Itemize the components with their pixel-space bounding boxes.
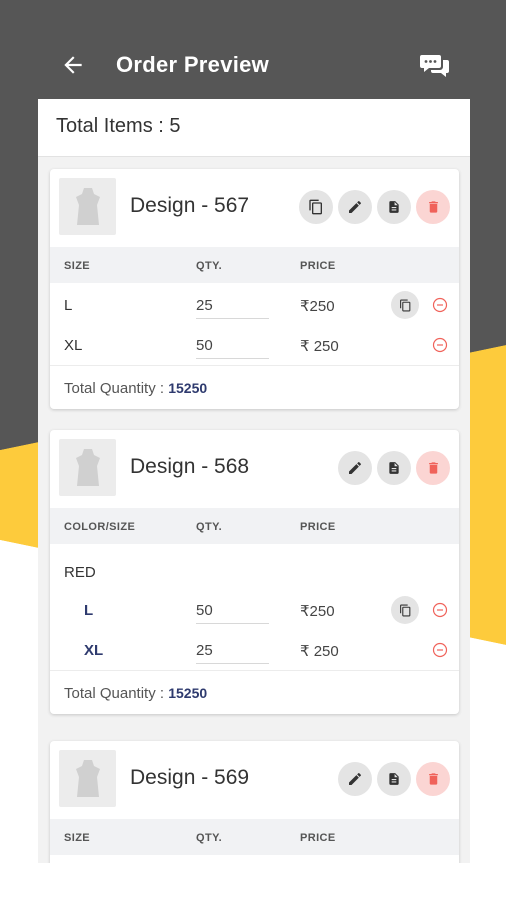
pencil-icon: [349, 462, 361, 474]
table-row: L 50 ₹250: [50, 590, 459, 630]
note-button[interactable]: [377, 762, 411, 796]
table-header: SIZE QTY. PRICE: [50, 247, 459, 283]
pencil-icon: [349, 773, 361, 785]
price-cell: ₹ 250: [300, 643, 339, 660]
delete-button[interactable]: [416, 451, 450, 485]
design-card: Design - 567 SIZE QTY. PRICE L 25 ₹250 X…: [50, 169, 459, 409]
chat-bubbles-icon[interactable]: [420, 52, 450, 80]
pencil-icon: [349, 201, 361, 213]
quantity-input[interactable]: 25: [196, 297, 269, 319]
page-title: Order Preview: [116, 52, 270, 77]
total-quantity-label: Total Quantity :: [64, 685, 165, 702]
column-price: PRICE: [300, 521, 336, 533]
duplicate-button[interactable]: [299, 190, 333, 224]
quantity-input[interactable]: 25: [196, 642, 269, 664]
card-header: Design - 568: [50, 430, 459, 508]
price-cell: ₹ 250: [300, 338, 339, 355]
copy-icon: [399, 299, 410, 311]
total-items-label: Total Items : 5: [38, 99, 470, 157]
copy-icon: [309, 199, 322, 215]
total-quantity-label: Total Quantity :: [64, 380, 165, 397]
total-quantity: Total Quantity : 15250: [50, 670, 459, 714]
size-cell: L: [84, 602, 94, 619]
total-quantity-value: 15250: [168, 380, 208, 396]
column-qty: QTY.: [196, 521, 223, 533]
remove-circle-icon[interactable]: [432, 642, 448, 658]
delete-button[interactable]: [416, 762, 450, 796]
delete-button[interactable]: [416, 190, 450, 224]
table-header: COLOR/SIZE QTY. PRICE: [50, 508, 459, 544]
edit-button[interactable]: [338, 451, 372, 485]
design-card: Design - 568 COLOR/SIZE QTY. PRICE RED L…: [50, 430, 459, 714]
table-row: XL 25 ₹ 250: [50, 630, 459, 670]
size-cell: XL: [84, 642, 104, 659]
table-row: L 25 ₹250: [50, 285, 459, 325]
color-group-label: RED: [50, 544, 459, 588]
document-icon: [389, 462, 399, 474]
color-name: RED: [64, 564, 96, 581]
order-sheet: Total Items : 5 Design - 567 SIZE QTY. P…: [38, 99, 470, 863]
column-size: SIZE: [64, 260, 91, 272]
column-qty: QTY.: [196, 260, 223, 272]
price-cell: ₹250: [300, 603, 335, 620]
total-quantity: Total Quantity : 15250: [50, 365, 459, 409]
column-price: PRICE: [300, 260, 336, 272]
quantity-input[interactable]: 50: [196, 337, 269, 359]
total-quantity-value: 15250: [168, 685, 208, 701]
dress-thumbnail: [59, 178, 116, 235]
trash-icon: [428, 462, 438, 474]
card-header: Design - 569: [50, 741, 459, 819]
trash-icon: [428, 773, 438, 785]
edit-button[interactable]: [338, 190, 372, 224]
dress-thumbnail: [59, 750, 116, 807]
column-size: SIZE: [64, 832, 91, 844]
screen: Order Preview Total Items : 5 Design - 5…: [0, 0, 506, 900]
design-name: Design - 568: [130, 455, 250, 478]
trash-icon: [428, 201, 438, 213]
dress-thumbnail: [59, 439, 116, 496]
note-button[interactable]: [377, 451, 411, 485]
remove-circle-icon[interactable]: [432, 337, 448, 353]
design-name: Design - 569: [130, 766, 250, 789]
document-icon: [389, 201, 399, 213]
note-button[interactable]: [377, 190, 411, 224]
document-icon: [389, 773, 399, 785]
size-cell: XL: [64, 337, 83, 354]
column-price: PRICE: [300, 832, 336, 844]
remove-circle-icon[interactable]: [432, 602, 448, 618]
size-cell: L: [64, 297, 73, 314]
design-card: Design - 569 SIZE QTY. PRICE: [50, 741, 459, 863]
table-header: SIZE QTY. PRICE: [50, 819, 459, 855]
copy-row-button[interactable]: [391, 291, 419, 319]
quantity-input[interactable]: 50: [196, 602, 269, 624]
design-name: Design - 567: [130, 194, 250, 217]
price-cell: ₹250: [300, 298, 335, 315]
copy-row-button[interactable]: [391, 596, 419, 624]
remove-circle-icon[interactable]: [432, 297, 448, 313]
column-qty: QTY.: [196, 832, 223, 844]
arrow-left-icon[interactable]: [60, 52, 88, 80]
table-row: XL 50 ₹ 250: [50, 325, 459, 365]
copy-icon: [399, 604, 410, 616]
column-color-size: COLOR/SIZE: [64, 521, 136, 533]
edit-button[interactable]: [338, 762, 372, 796]
card-header: Design - 567: [50, 169, 459, 247]
